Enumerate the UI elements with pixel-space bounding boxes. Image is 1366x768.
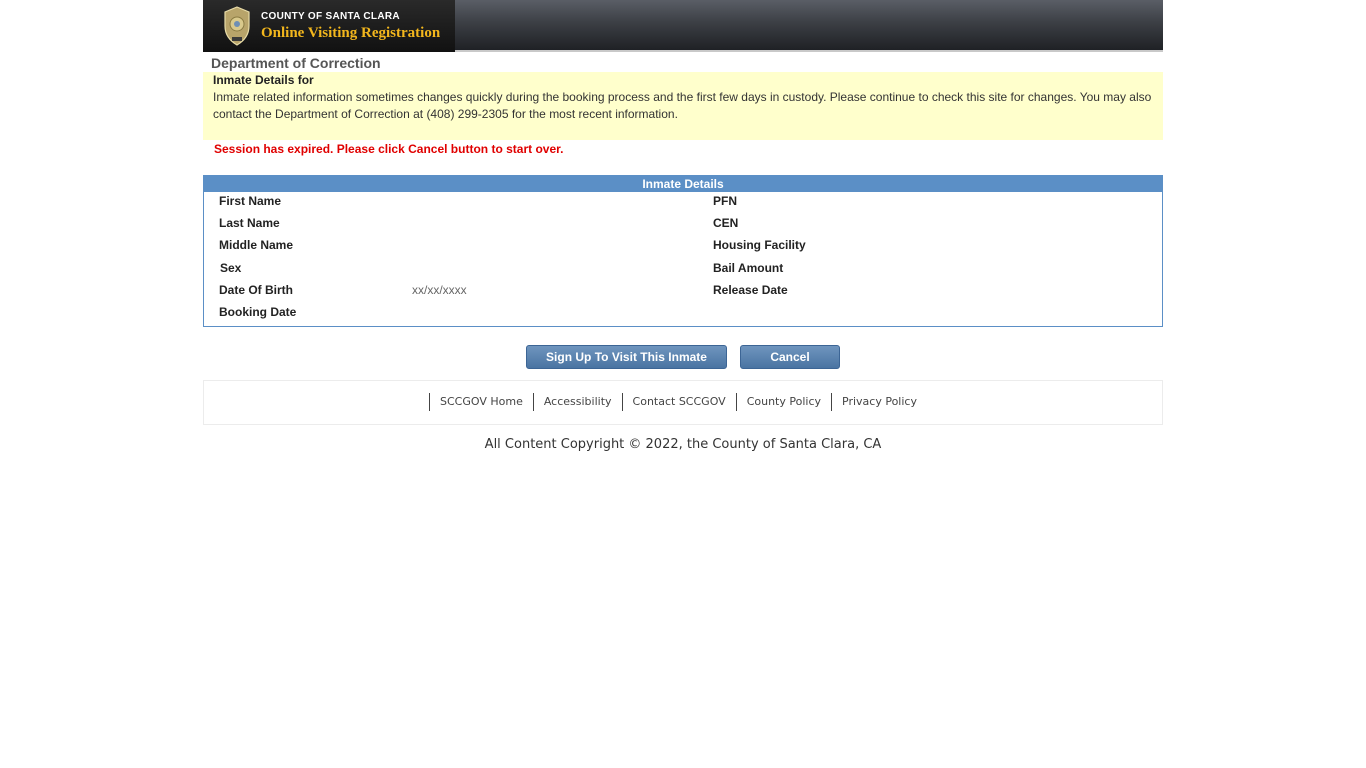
- session-expired-message: Session has expired. Please click Cancel…: [214, 142, 564, 156]
- footer-nav: SCCGOV Home Accessibility Contact SCCGOV…: [429, 392, 927, 412]
- middle-name-label: Middle Name: [219, 238, 294, 252]
- release-date-label: Release Date: [713, 283, 788, 297]
- last-name-label: Last Name: [219, 216, 280, 230]
- pfn-label: PFN: [713, 194, 737, 208]
- inmate-details-panel: Inmate Details First Name Last Name Midd…: [203, 175, 1163, 327]
- sign-up-to-visit-button[interactable]: Sign Up To Visit This Inmate: [526, 345, 727, 369]
- footer-link-accessibility[interactable]: Accessibility: [532, 393, 622, 411]
- date-of-birth-label: Date Of Birth: [219, 283, 294, 297]
- footer-link-county-policy[interactable]: County Policy: [735, 393, 831, 411]
- date-of-birth-value: xx/xx/xxxx: [412, 283, 467, 297]
- notice-text: Inmate related information sometimes cha…: [213, 90, 1152, 121]
- footer-link-contact-sccgov[interactable]: Contact SCCGOV: [621, 393, 736, 411]
- first-name-label: First Name: [219, 194, 282, 208]
- bail-amount-label: Bail Amount: [713, 261, 784, 275]
- cen-label: CEN: [713, 216, 739, 230]
- notice-title: Inmate Details for: [213, 73, 314, 87]
- app-title: Online Visiting Registration: [261, 25, 441, 41]
- footer-links-bar: SCCGOV Home Accessibility Contact SCCGOV…: [203, 380, 1163, 425]
- department-title: Department of Correction: [211, 55, 381, 71]
- header-banner: COUNTY OF SANTA CLARA Online Visiting Re…: [203, 0, 1163, 52]
- sheriff-badge-icon: [224, 6, 250, 46]
- copyright-text: All Content Copyright © 2022, the County…: [484, 437, 882, 452]
- booking-date-label: Booking Date: [219, 305, 297, 319]
- notice-panel: Inmate Details for Inmate related inform…: [203, 72, 1163, 140]
- footer-link-privacy-policy[interactable]: Privacy Policy: [831, 393, 927, 411]
- county-name: COUNTY OF SANTA CLARA: [261, 11, 400, 22]
- cancel-button[interactable]: Cancel: [740, 345, 840, 369]
- inmate-details-heading: Inmate Details: [204, 176, 1162, 192]
- sex-label: Sex: [220, 261, 242, 275]
- footer-link-sccgov-home[interactable]: SCCGOV Home: [429, 393, 533, 411]
- site-logo[interactable]: COUNTY OF SANTA CLARA Online Visiting Re…: [203, 0, 455, 52]
- housing-facility-label: Housing Facility: [713, 238, 806, 252]
